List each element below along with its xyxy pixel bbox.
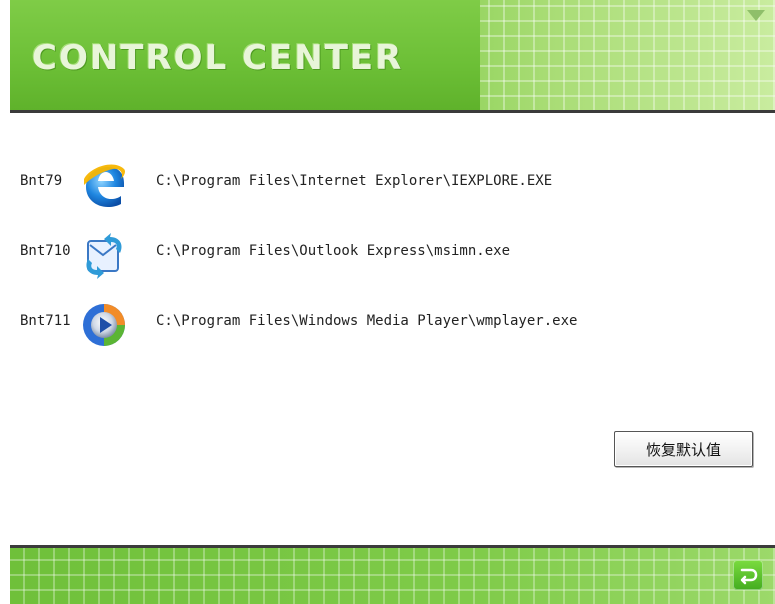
footer-bar bbox=[10, 545, 775, 604]
window-title: CONTROL CENTER bbox=[32, 38, 404, 78]
internet-explorer-icon bbox=[80, 161, 128, 209]
executable-path: C:\Program Files\Windows Media Player\wm… bbox=[156, 313, 578, 329]
executable-path: C:\Program Files\Internet Explorer\IEXPL… bbox=[156, 173, 553, 189]
header-bar: CONTROL CENTER bbox=[10, 0, 775, 113]
window-left-border bbox=[0, 0, 10, 601]
back-arrow-icon[interactable] bbox=[733, 560, 763, 590]
outlook-express-icon bbox=[80, 231, 128, 279]
button-key-label: Bnt79 bbox=[20, 173, 63, 189]
list-item[interactable]: Bnt79 C:\Program Files\Internet Explorer… bbox=[10, 153, 775, 213]
content-area: Bnt79 C:\Program Files\Internet Explorer… bbox=[10, 113, 775, 545]
executable-path: C:\Program Files\Outlook Express\msimn.e… bbox=[156, 243, 511, 259]
list-item[interactable]: Bnt710 C:\Program Files\Outlook Express\… bbox=[10, 223, 775, 283]
windows-media-player-icon bbox=[80, 301, 128, 349]
control-center-window: CONTROL CENTER Bnt79 C:\Program Files\In… bbox=[0, 0, 775, 604]
button-key-label: Bnt711 bbox=[20, 313, 71, 329]
restore-defaults-button[interactable]: 恢复默认值 bbox=[614, 431, 753, 467]
list-item[interactable]: Bnt711 C:\Program Files\Windows Media Pl… bbox=[10, 293, 775, 353]
button-key-label: Bnt710 bbox=[20, 243, 71, 259]
dropdown-arrow-icon[interactable] bbox=[747, 10, 765, 21]
